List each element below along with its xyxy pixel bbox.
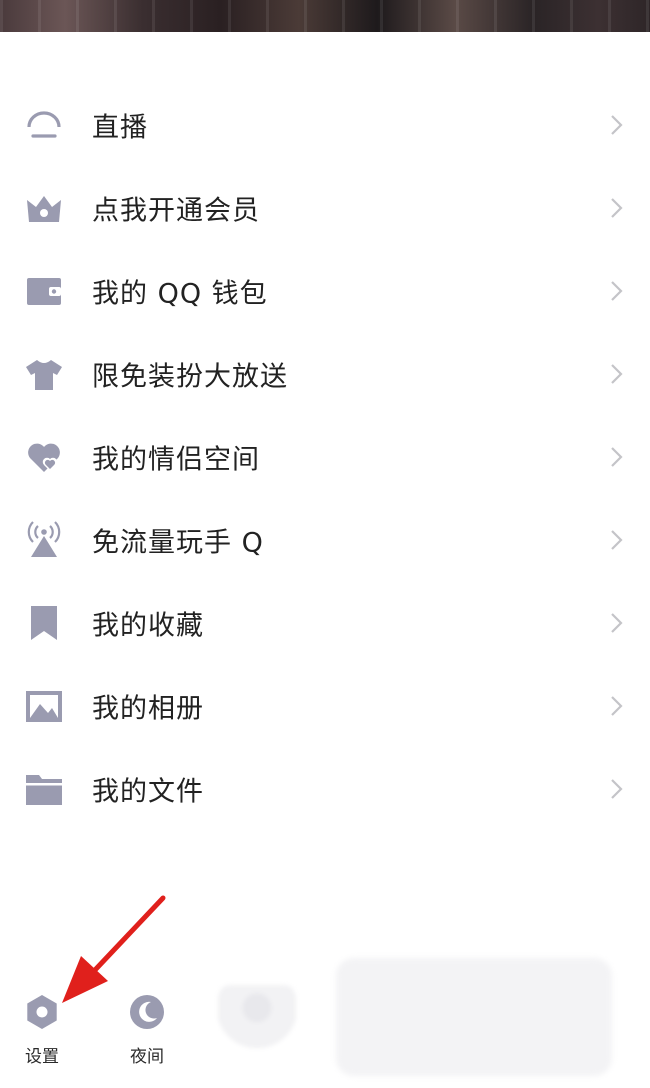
settings-button[interactable]: 设置 — [12, 980, 72, 1067]
chevron-right-icon — [611, 529, 623, 550]
chevron-right-icon — [611, 778, 623, 799]
menu-item-couple-space[interactable]: 我的情侣空间 — [0, 415, 650, 498]
folder-icon — [24, 769, 64, 809]
shirt-icon — [24, 354, 64, 394]
menu-item-label: 我的文件 — [92, 776, 204, 807]
profile-background-photo — [0, 0, 650, 32]
menu-item-label: 限免装扮大放送 — [92, 361, 288, 392]
photo-album-icon — [24, 686, 64, 726]
couple-heart-icon — [24, 437, 64, 477]
menu-item-wallet[interactable]: 我的 QQ 钱包 — [0, 249, 650, 332]
chevron-right-icon — [611, 612, 623, 633]
blurred-info-card — [336, 958, 612, 1076]
menu-item-favorites[interactable]: 我的收藏 — [0, 581, 650, 664]
menu-item-label: 点我开通会员 — [92, 195, 260, 226]
menu-item-vip[interactable]: 点我开通会员 — [0, 166, 650, 249]
crown-icon — [24, 188, 64, 228]
chevron-right-icon — [611, 363, 623, 384]
settings-gear-icon — [27, 995, 57, 1029]
menu-item-label: 免流量玩手 Q — [92, 527, 264, 558]
live-icon — [24, 105, 64, 145]
settings-label: 设置 — [25, 1047, 59, 1067]
chevron-right-icon — [611, 280, 623, 301]
signal-tower-icon — [24, 520, 64, 560]
menu-item-label: 我的收藏 — [92, 610, 204, 641]
menu-item-label: 直播 — [92, 112, 148, 143]
menu-item-dressup[interactable]: 限免装扮大放送 — [0, 332, 650, 415]
moon-icon — [130, 995, 164, 1029]
blurred-avatar — [218, 985, 296, 1061]
night-mode-label: 夜间 — [130, 1047, 164, 1067]
menu-item-label: 我的相册 — [92, 693, 204, 724]
chevron-right-icon — [611, 446, 623, 467]
chevron-right-icon — [611, 114, 623, 135]
menu-item-label: 我的 QQ 钱包 — [92, 278, 268, 309]
chevron-right-icon — [611, 197, 623, 218]
menu-item-live[interactable]: 直播 — [0, 83, 650, 166]
night-mode-button[interactable]: 夜间 — [117, 980, 177, 1067]
menu-item-album[interactable]: 我的相册 — [0, 664, 650, 747]
menu-item-label: 我的情侣空间 — [92, 444, 260, 475]
chevron-right-icon — [611, 695, 623, 716]
bookmark-icon — [24, 603, 64, 643]
menu-item-free-data[interactable]: 免流量玩手 Q — [0, 498, 650, 581]
side-menu: 直播 点我开通会员 我的 QQ 钱包 限免装扮大放送 我的情侣空间 免流量玩手 … — [0, 83, 650, 830]
wallet-icon — [24, 271, 64, 311]
menu-item-files[interactable]: 我的文件 — [0, 747, 650, 830]
